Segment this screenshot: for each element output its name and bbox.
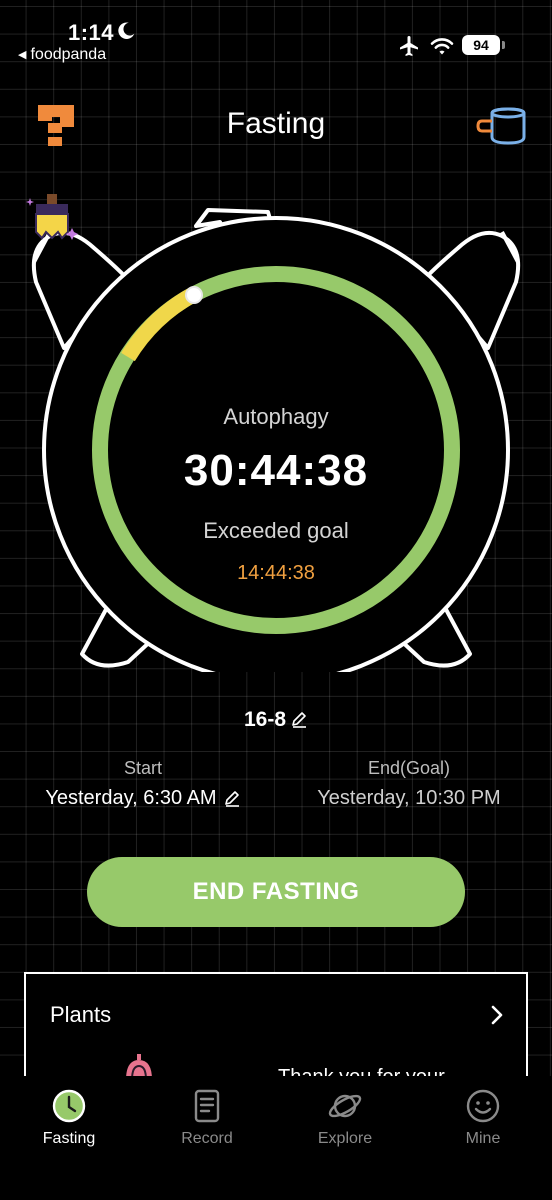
fasting-phase-label: Autophagy — [223, 404, 329, 429]
clock-icon — [52, 1089, 86, 1123]
battery-indicator: 94 — [462, 35, 500, 55]
smiley-icon — [466, 1089, 500, 1123]
moon-icon — [118, 22, 135, 39]
tab-explore-label: Explore — [317, 1130, 373, 1147]
planet-icon — [328, 1094, 362, 1118]
clipboard-icon — [194, 1089, 220, 1123]
progress-indicator-dot — [185, 286, 203, 304]
start-time-value[interactable]: Yesterday, 6:30 AM — [10, 787, 276, 810]
cup-icon[interactable] — [474, 105, 530, 145]
fasting-plan-label: 16-8 — [243, 708, 287, 731]
bottom-tab-bar: Fasting Record Explore Mine — [0, 1076, 552, 1200]
fasting-plan-selector[interactable]: 16-8 — [0, 708, 552, 732]
tab-explore[interactable]: Explore — [276, 1088, 414, 1148]
status-bar: 1:14 ◀ foodpanda 94 — [0, 0, 552, 70]
exceeded-goal-time: 14:44:38 — [237, 562, 315, 584]
page-title: Fasting — [226, 107, 326, 140]
brush-icon — [26, 194, 78, 240]
battery-nub — [502, 41, 505, 49]
status-time: 1:14 — [68, 20, 115, 45]
fasting-timer-clock: Autophagy 30:44:38 Exceeded goal 14:44:3… — [24, 192, 528, 672]
start-time-section: Start Yesterday, 6:30 AM — [10, 758, 276, 810]
plants-title: Plants — [50, 1002, 112, 1027]
back-app-label: foodpanda — [30, 46, 107, 63]
wifi-icon — [430, 38, 454, 55]
header: Fasting — [0, 95, 552, 155]
airplane-icon — [400, 36, 418, 56]
exceeded-goal-label: Exceeded goal — [203, 518, 349, 543]
end-goal-section: End(Goal) Yesterday, 10:30 PM — [276, 758, 542, 810]
start-time-text: Yesterday, 6:30 AM — [45, 787, 217, 809]
tab-record[interactable]: Record — [138, 1088, 276, 1148]
start-label: Start — [123, 758, 162, 778]
back-triangle-icon: ◀ — [18, 49, 27, 61]
edit-pencil-icon[interactable] — [223, 789, 241, 807]
end-goal-time-value: Yesterday, 10:30 PM — [317, 787, 501, 809]
end-goal-label: End(Goal) — [367, 758, 451, 778]
chevron-right-icon[interactable] — [490, 1004, 504, 1026]
alarm-clock-outline — [31, 208, 521, 672]
edit-pencil-icon[interactable] — [290, 710, 308, 728]
plants-card[interactable]: Plants Thank you for your — [24, 972, 528, 1082]
end-fasting-button[interactable]: END FASTING — [87, 857, 465, 927]
tab-mine[interactable]: Mine — [414, 1088, 552, 1148]
tab-fasting[interactable]: Fasting — [0, 1088, 138, 1148]
back-to-app-link[interactable]: ◀ foodpanda — [18, 46, 106, 64]
elapsed-time: 30:44:38 — [183, 446, 369, 495]
tab-record-label: Record — [181, 1130, 233, 1147]
tab-fasting-label: Fasting — [42, 1130, 96, 1147]
tab-mine-label: Mine — [465, 1130, 501, 1147]
